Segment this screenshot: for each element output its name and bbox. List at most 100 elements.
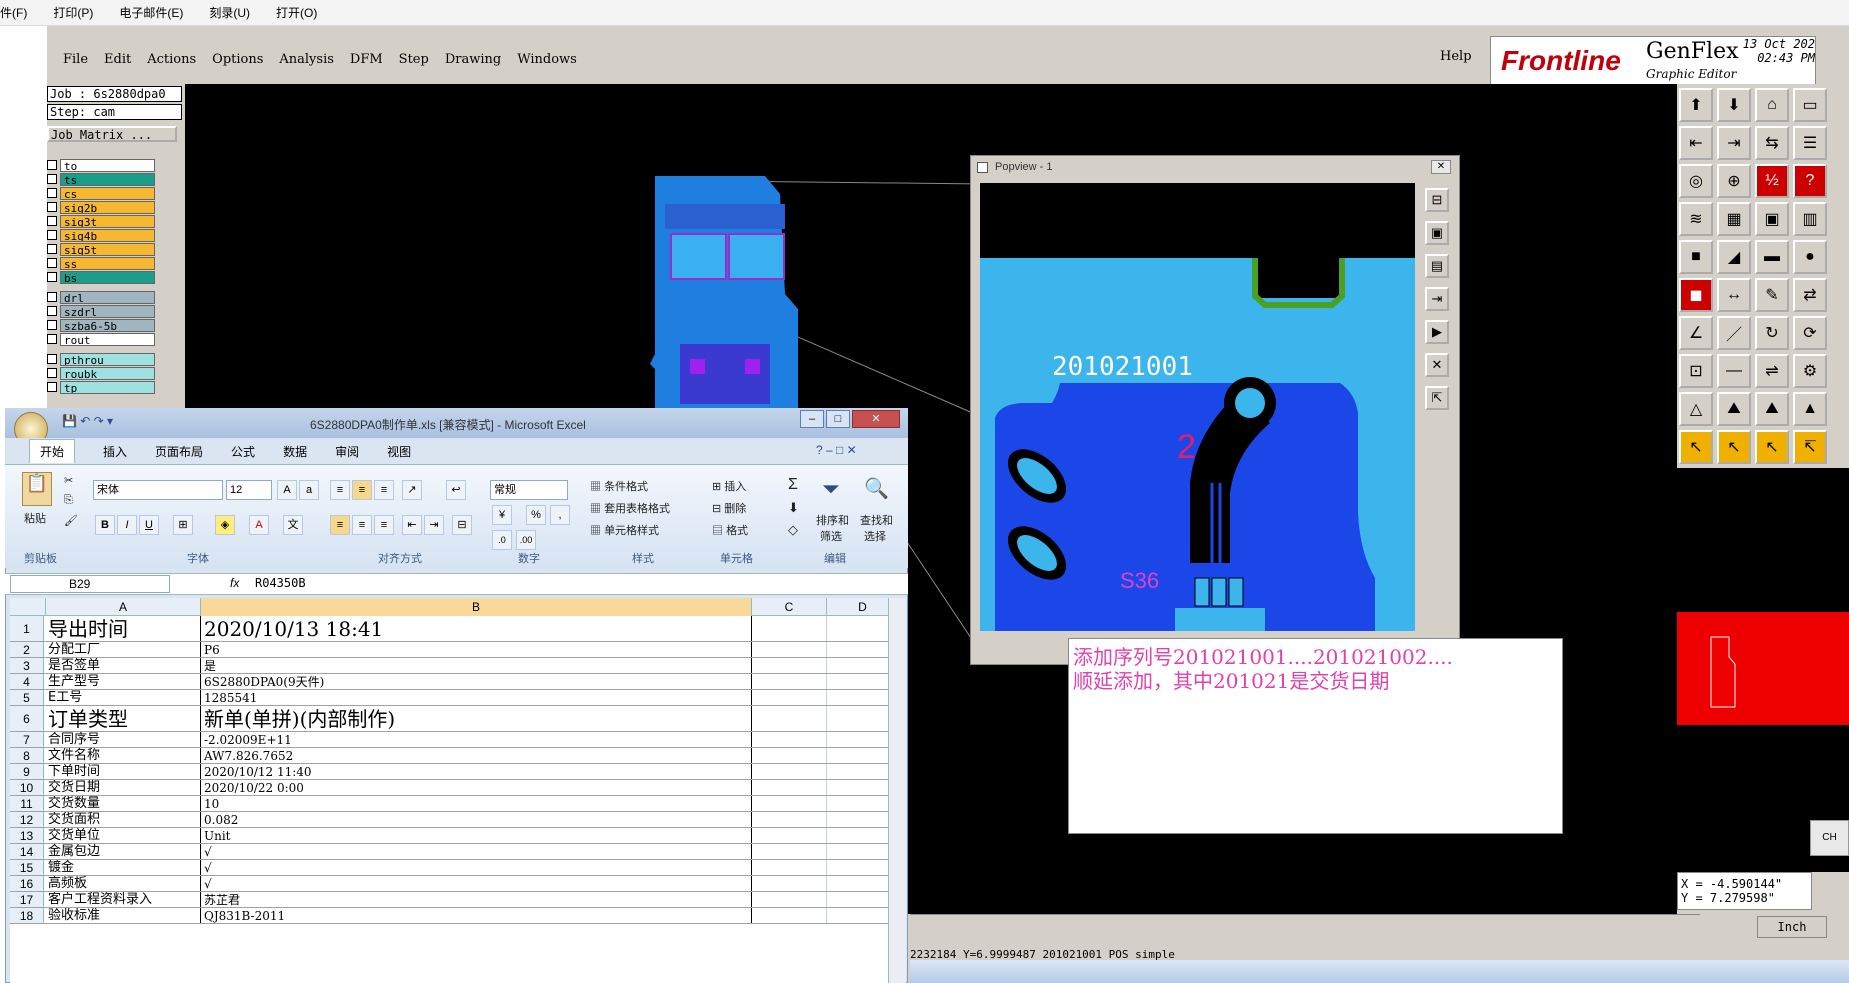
percent-icon[interactable]: % xyxy=(526,505,546,525)
slash-icon[interactable]: ／ xyxy=(1717,316,1751,350)
pointer-2-icon[interactable]: ↖ xyxy=(1717,430,1751,464)
shift-icon[interactable]: ⇄ xyxy=(1793,278,1827,312)
row-number[interactable]: 1 xyxy=(10,616,44,641)
triangle-icon[interactable]: ◢ xyxy=(1717,240,1751,274)
popview-expand-icon[interactable]: ⇱ xyxy=(1425,386,1449,410)
layer-row[interactable]: szdrl xyxy=(47,304,155,318)
conditional-format-button[interactable]: ▦ 条件格式 xyxy=(590,478,648,494)
menu-open[interactable]: 打开(O) xyxy=(276,4,317,21)
layer-checkbox[interactable] xyxy=(47,230,57,240)
align-top-icon[interactable]: ≡ xyxy=(330,480,350,500)
minimize-button[interactable]: – xyxy=(800,410,824,428)
cell-b[interactable]: 2020/10/12 11:40 xyxy=(201,764,752,779)
cell-style-button[interactable]: ▦ 单元格样式 xyxy=(590,522,659,538)
angle-icon[interactable]: ∠ xyxy=(1679,316,1713,350)
popview-fit-icon[interactable]: ⊟ xyxy=(1425,188,1449,212)
cell-c[interactable] xyxy=(752,860,827,875)
cell-c[interactable] xyxy=(752,796,827,811)
wave-icon[interactable]: ≋ xyxy=(1679,202,1713,236)
cell-b[interactable]: 10 xyxy=(201,796,752,811)
menu-edit[interactable]: Edit xyxy=(104,52,131,67)
layer-row[interactable]: pthrou xyxy=(47,352,155,366)
cell-c[interactable] xyxy=(752,674,827,689)
layer-row[interactable]: roubk xyxy=(47,366,155,380)
menu-actions[interactable]: Actions xyxy=(147,52,196,67)
layer-checkbox[interactable] xyxy=(47,368,57,378)
select-box-icon[interactable]: ⊡ xyxy=(1679,354,1713,388)
menu-burn[interactable]: 刻录(U) xyxy=(209,4,250,21)
table-row[interactable]: 1 导出时间 2020/10/13 18:41 xyxy=(10,616,900,642)
rotate-icon[interactable]: ↻ xyxy=(1755,316,1789,350)
cell-c[interactable] xyxy=(752,812,827,827)
cell-c[interactable] xyxy=(752,780,827,795)
layer-checkbox[interactable] xyxy=(47,306,57,316)
layer-checkbox[interactable] xyxy=(47,334,57,344)
increase-decimal-icon[interactable]: .0 xyxy=(492,530,512,550)
decrease-indent-icon[interactable]: ⇤ xyxy=(402,515,422,535)
cell-a[interactable]: 高频板 xyxy=(46,876,201,891)
cell-a[interactable]: 金属包边 xyxy=(46,844,201,859)
orientation-icon[interactable]: ↗ xyxy=(402,480,422,500)
cell-b[interactable]: 新单(单拼)(内部制作) xyxy=(201,706,752,731)
menu-options[interactable]: Options xyxy=(212,52,263,67)
layer-checkbox[interactable] xyxy=(47,174,57,184)
cell-c[interactable] xyxy=(752,892,827,907)
table-row[interactable]: 3 是否签单是 xyxy=(10,658,900,674)
clear-icon[interactable]: ◇ xyxy=(788,522,798,538)
sheet-grid[interactable]: 1 导出时间 2020/10/13 18:41 2 分配工厂 P6 3 是否签单是 4 生产型号 6… xyxy=(10,616,900,983)
layer-checkbox[interactable] xyxy=(47,382,57,392)
row-number[interactable]: 5 xyxy=(10,690,44,705)
increase-indent-icon[interactable]: ⇥ xyxy=(424,515,444,535)
mirror-icon[interactable]: ↔ xyxy=(1717,278,1751,312)
layer-row[interactable]: sig4b xyxy=(47,228,155,242)
cell-c[interactable] xyxy=(752,764,827,779)
cell-a[interactable]: 交货日期 xyxy=(46,780,201,795)
paste-icon[interactable]: 📋 xyxy=(22,472,52,506)
table-row[interactable]: 14 金属包边 √ xyxy=(10,844,900,860)
font-size-select[interactable]: 12 xyxy=(226,480,272,500)
cell-b[interactable]: √ xyxy=(201,844,752,859)
units-selector[interactable]: Inch xyxy=(1757,916,1827,938)
maximize-button[interactable]: □ xyxy=(826,410,850,428)
layer-row[interactable]: cs xyxy=(47,186,155,200)
menu-windows[interactable]: Windows xyxy=(517,52,577,67)
tab-data[interactable]: 数据 xyxy=(283,443,307,460)
align-right-icon[interactable]: ≡ xyxy=(374,515,394,535)
find-select-label-2[interactable]: 选择 xyxy=(864,528,886,544)
layer-checkbox[interactable] xyxy=(47,258,57,268)
job-matrix-button[interactable]: Job Matrix ... xyxy=(47,126,177,142)
row-number[interactable]: 16 xyxy=(10,876,44,891)
scale-icon[interactable]: ½ xyxy=(1755,164,1789,198)
decrease-decimal-icon[interactable]: .00 xyxy=(516,530,536,550)
cell-c[interactable] xyxy=(752,658,827,673)
pointer-4-icon[interactable]: ↸ xyxy=(1793,430,1827,464)
align-bottom-icon[interactable]: ≡ xyxy=(374,480,394,500)
layer-row[interactable]: szba6-5b xyxy=(47,318,155,332)
layer-checkbox[interactable] xyxy=(47,292,57,302)
underline-button[interactable]: U xyxy=(139,515,159,535)
pencil-icon[interactable]: ✎ xyxy=(1755,278,1789,312)
table-row[interactable]: 17 客户工程资料录入 苏芷君 xyxy=(10,892,900,908)
cell-a[interactable]: 下单时间 xyxy=(46,764,201,779)
help-icon[interactable]: ? xyxy=(1793,164,1827,198)
align-center-icon[interactable]: ≡ xyxy=(352,515,372,535)
table-row[interactable]: 13 交货单位 Unit xyxy=(10,828,900,844)
cell-a[interactable]: 是否签单 xyxy=(46,658,201,673)
cell-c[interactable] xyxy=(752,642,827,657)
find-select-label[interactable]: 查找和 xyxy=(860,512,893,528)
layer-checkbox[interactable] xyxy=(47,160,57,170)
pointer-icon[interactable]: ↖ xyxy=(1679,430,1713,464)
pan-left-icon[interactable]: ⇤ xyxy=(1679,126,1713,160)
cell-c[interactable] xyxy=(752,690,827,705)
pointer-3-icon[interactable]: ↖ xyxy=(1755,430,1789,464)
menu-help[interactable]: Help xyxy=(1440,49,1472,64)
layer-checkbox[interactable] xyxy=(47,354,57,364)
home-icon[interactable]: ⌂ xyxy=(1755,88,1789,122)
cut-icon[interactable]: ✂ xyxy=(64,474,73,487)
square-icon[interactable]: ■ xyxy=(1679,240,1713,274)
merge-center-icon[interactable]: ⊟ xyxy=(452,515,472,535)
cell-c[interactable] xyxy=(752,844,827,859)
paste-button[interactable]: 粘贴 xyxy=(24,510,46,526)
cell-c[interactable] xyxy=(752,748,827,763)
bold-button[interactable]: B xyxy=(95,515,115,535)
